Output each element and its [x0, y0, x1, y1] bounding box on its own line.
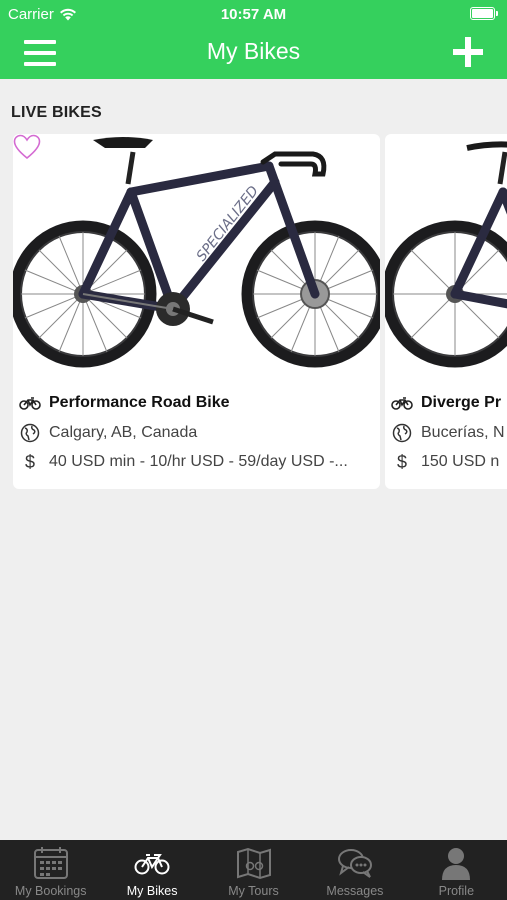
- chat-bubbles-icon: [337, 849, 372, 878]
- svg-text:SPECIALIZED: SPECIALIZED: [194, 183, 263, 265]
- bike-price: 40 USD min - 10/hr USD - 59/day USD -...: [49, 453, 348, 470]
- bike-card[interactable]: SPECIALIZED Performance Road Bike Calgar…: [13, 134, 380, 489]
- bike-title-row: Performance Road Bike: [19, 392, 230, 414]
- tab-my-bikes[interactable]: My Bikes: [101, 840, 202, 900]
- bike-title: Performance Road Bike: [49, 394, 230, 411]
- bike-price-row: $ 40 USD min - 10/hr USD - 59/day USD -.…: [19, 451, 348, 473]
- tab-bar: My Bookings My Bikes My Tours Messages P…: [0, 840, 507, 900]
- bike-title: Diverge Pr: [421, 394, 502, 411]
- globe-icon: [19, 422, 41, 444]
- tab-label: My Bookings: [14, 884, 87, 898]
- bicycle-icon: [134, 854, 170, 875]
- tab-label: Profile: [438, 884, 475, 898]
- tab-my-bookings[interactable]: My Bookings: [0, 840, 101, 900]
- tab-my-tours[interactable]: My Tours: [203, 840, 304, 900]
- dollar-icon: $: [396, 451, 407, 472]
- tab-messages[interactable]: Messages: [304, 840, 405, 900]
- bike-title-row: Diverge Pr: [391, 392, 501, 414]
- bike-location-row: Calgary, AB, Canada: [19, 422, 197, 444]
- add-bike-button[interactable]: [453, 37, 483, 67]
- status-time: 10:57 AM: [220, 6, 287, 23]
- globe-icon: [391, 422, 413, 444]
- bike-price-row: $ 150 USD n: [391, 451, 499, 473]
- section-title: LIVE BIKES: [11, 104, 102, 121]
- bicycle-icon: [391, 392, 413, 414]
- tab-label: Messages: [326, 884, 384, 898]
- bike-location: Calgary, AB, Canada: [49, 424, 198, 441]
- tab-label: My Bikes: [126, 884, 178, 898]
- person-icon: [442, 848, 471, 880]
- bike-location: Bucerías, N: [421, 424, 505, 441]
- heart-icon[interactable]: [13, 134, 41, 160]
- status-bar: Carrier 10:57 AM: [0, 0, 507, 28]
- nav-bar: My Bikes: [0, 28, 507, 79]
- battery-icon: [470, 7, 498, 20]
- bike-location-row: Bucerías, N: [391, 422, 505, 444]
- bicycle-icon: [19, 392, 41, 414]
- bike-photo: SPECIALIZED: [13, 134, 380, 380]
- bike-photo: [385, 134, 507, 380]
- map-icon: [236, 847, 271, 880]
- tab-label: My Tours: [228, 884, 279, 898]
- tab-profile[interactable]: Profile: [406, 840, 507, 900]
- bike-card[interactable]: Diverge Pr Bucerías, N $ 150 USD n: [385, 134, 507, 489]
- app-header: Carrier 10:57 AM My Bikes: [0, 0, 507, 79]
- dollar-icon: $: [24, 451, 35, 472]
- bike-price: 150 USD n: [421, 453, 500, 470]
- calendar-icon: [33, 847, 68, 879]
- page-title: My Bikes: [206, 38, 301, 64]
